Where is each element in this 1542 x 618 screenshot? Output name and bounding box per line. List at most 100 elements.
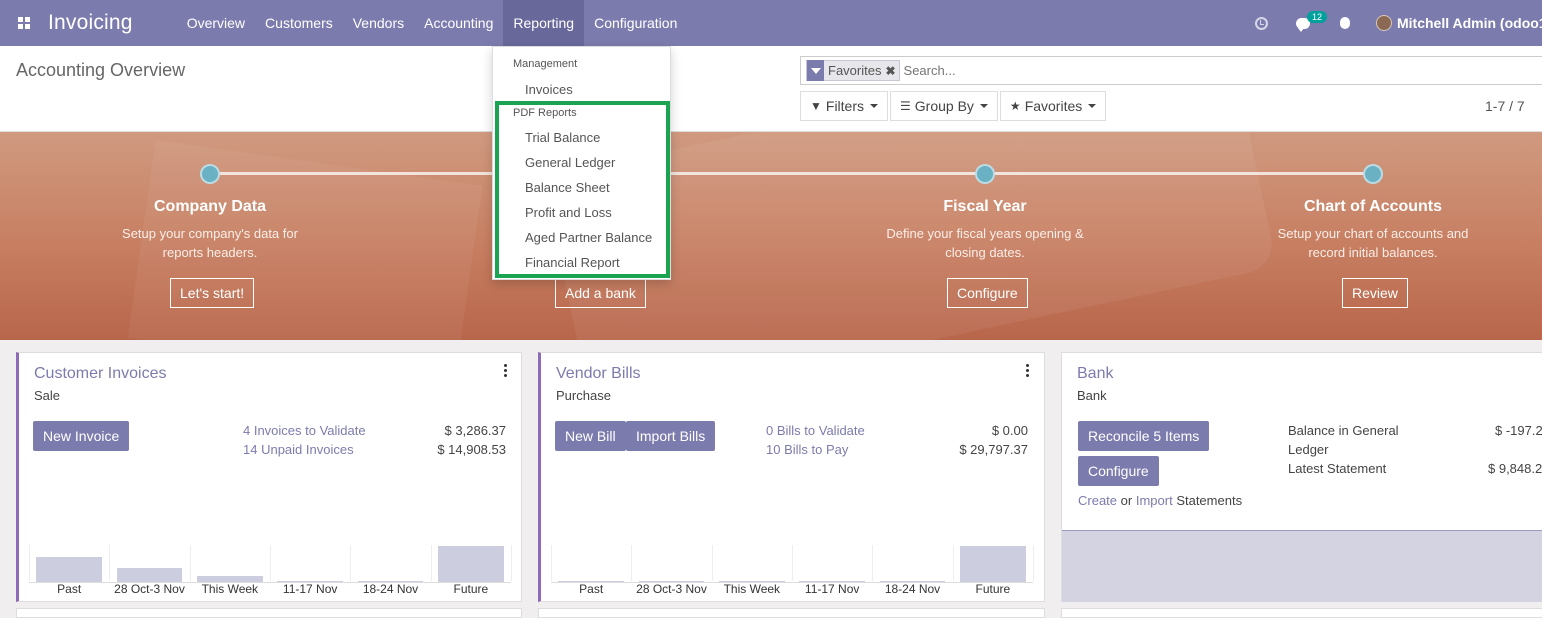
menu-configuration[interactable]: Configuration <box>584 0 687 46</box>
navbar-systray: 12 Mitchell Admin (odoo12-C <box>1240 0 1542 46</box>
latest-statement-amount: $ 9,848.2 <box>1488 461 1542 476</box>
menu-customers[interactable]: Customers <box>255 0 343 46</box>
chart-gridline <box>952 545 954 581</box>
filter-funnel-icon <box>807 60 824 81</box>
debug-bug-icon[interactable] <box>1324 0 1366 46</box>
chart-gridline <box>511 545 512 581</box>
card-title[interactable]: Bank <box>1077 365 1113 383</box>
step-text: reports headers. <box>162 245 258 260</box>
statements-actions: Create or Import Statements <box>1078 493 1242 508</box>
configure-bank-button[interactable]: Configure <box>1078 456 1159 486</box>
reconcile-items-button[interactable]: Reconcile 5 Items <box>1078 421 1210 451</box>
chart-x-label: This Week <box>201 582 259 596</box>
menu-item-invoices[interactable]: Invoices <box>525 82 573 97</box>
menu-overview[interactable]: Overview <box>177 0 255 46</box>
groupby-button[interactable]: ☰ Group By <box>890 91 998 121</box>
chart-x-label: 28 Oct-3 Nov <box>114 582 185 596</box>
customer-invoices-card: Customer Invoices Sale New Invoice 4 Inv… <box>16 352 522 602</box>
top-navbar: Invoicing Overview Customers Vendors Acc… <box>0 0 1542 46</box>
review-button[interactable]: Review <box>1342 278 1408 308</box>
step-dot <box>200 164 220 184</box>
card-title[interactable]: Vendor Bills <box>556 365 641 383</box>
lets-start-button[interactable]: Let's start! <box>170 278 255 308</box>
menu-item-trial-balance[interactable]: Trial Balance <box>525 130 600 145</box>
kebab-menu-icon[interactable] <box>504 364 508 377</box>
step-text: Setup your chart of accounts and <box>1277 226 1469 241</box>
card-subtitle: Sale <box>34 388 61 403</box>
app-title[interactable]: Invoicing <box>48 11 133 35</box>
bills-bar-chart <box>551 545 1034 583</box>
add-bank-button[interactable]: Add a bank <box>555 278 646 308</box>
chart-gridline <box>430 545 432 581</box>
step-text: closing dates. <box>945 245 1025 260</box>
menu-item-aged-partner-balance[interactable]: Aged Partner Balance <box>525 230 652 245</box>
bills-chart-x-labels: Past 28 Oct-3 Nov This Week 11-17 Nov 18-24 … <box>551 582 1033 598</box>
apps-menu-icon[interactable] <box>0 0 48 46</box>
unpaid-invoices-link[interactable]: 14 Unpaid Invoices <box>243 442 354 457</box>
invoices-to-validate-link[interactable]: 4 Invoices to Validate <box>243 423 366 438</box>
step-text: Setup your company's data for <box>122 226 298 241</box>
chart-bar[interactable] <box>36 556 103 582</box>
activity-clock-icon[interactable] <box>1240 0 1282 46</box>
step-dot <box>975 164 995 184</box>
balance-amount: $ -197.2 <box>1495 423 1542 438</box>
management-header: Management <box>513 58 578 70</box>
filters-label: Filters <box>825 98 865 114</box>
new-invoice-button[interactable]: New Invoice <box>33 421 130 451</box>
search-input[interactable] <box>903 63 1304 78</box>
menu-reporting[interactable]: Reporting <box>503 0 585 46</box>
chart-x-label: Past <box>579 582 604 596</box>
chart-gridline <box>792 545 793 581</box>
bank-balance-area-chart <box>1062 530 1542 602</box>
chart-x-label: 18-24 Nov <box>362 582 419 596</box>
import-bills-button[interactable]: Import Bills <box>626 421 716 451</box>
step-title: Chart of Accounts <box>1303 198 1443 215</box>
invoices-bar-chart <box>29 545 512 583</box>
filters-button[interactable]: ▼ Filters <box>800 91 889 121</box>
configure-fiscal-button[interactable]: Configure <box>947 278 1028 308</box>
chat-icon[interactable]: 12 <box>1282 0 1328 46</box>
chart-bar[interactable] <box>959 546 1026 582</box>
menu-item-balance-sheet[interactable]: Balance Sheet <box>525 180 610 195</box>
favorites-label: Favorites <box>1024 98 1083 114</box>
card-title[interactable]: Customer Invoices <box>34 365 167 383</box>
pager-value[interactable]: 1-7 / 7 <box>1485 98 1525 114</box>
user-menu[interactable]: Mitchell Admin (odoo12-C <box>1366 15 1542 31</box>
bank-card: Bank Bank Reconcile 5 Items Configure Ba… <box>1061 352 1542 602</box>
bills-to-pay-link[interactable]: 10 Bills to Pay <box>766 442 848 457</box>
menu-vendors[interactable]: Vendors <box>343 0 414 46</box>
search-options: ▼ Filters ☰ Group By ★ Favorites <box>800 91 1108 121</box>
chart-gridline <box>711 545 713 581</box>
step-text: Define your fiscal years opening & <box>886 226 1084 241</box>
menu-item-general-ledger[interactable]: General Ledger <box>525 155 615 170</box>
search-box[interactable]: Favorites ✖ <box>800 56 1542 85</box>
chart-gridline <box>189 545 191 581</box>
step-chart-of-accounts: Chart of Accounts Setup your chart of ac… <box>1253 198 1493 262</box>
new-bill-button[interactable]: New Bill <box>555 421 626 451</box>
create-statement-link[interactable]: Create <box>1078 493 1117 508</box>
chart-bar[interactable] <box>116 568 183 582</box>
caret-down-icon <box>1088 104 1097 108</box>
kebab-menu-icon[interactable] <box>1026 364 1030 377</box>
card-peek <box>1061 608 1542 618</box>
favorites-button[interactable]: ★ Favorites <box>999 91 1107 121</box>
invoices-chart-x-labels: Past 28 Oct-3 Nov This Week 11-17 Nov 18-24 … <box>29 582 511 598</box>
chart-gridline <box>631 545 633 581</box>
menu-item-profit-and-loss[interactable]: Profit and Loss <box>525 205 612 220</box>
chart-gridline <box>29 545 30 581</box>
menu-item-financial-report[interactable]: Financial Report <box>525 255 620 270</box>
search-facet: Favorites ✖ <box>806 60 900 81</box>
chart-x-label: 28 Oct-3 Nov <box>636 582 707 596</box>
menu-accounting[interactable]: Accounting <box>414 0 503 46</box>
step-text: record initial balances. <box>1308 245 1438 260</box>
facet-remove-icon[interactable]: ✖ <box>885 64 898 78</box>
bills-to-validate-link[interactable]: 0 Bills to Validate <box>766 423 865 438</box>
chart-bar[interactable] <box>437 546 504 582</box>
import-statement-link[interactable]: Import <box>1136 493 1173 508</box>
reporting-dropdown: Management Invoices PDF Reports Trial Ba… <box>492 46 671 280</box>
step-fiscal-year: Fiscal Year Define your fiscal years ope… <box>865 198 1105 262</box>
unpaid-invoices-amount: $ 14,908.53 <box>437 442 506 457</box>
onboarding-banner: Company Data Setup your company's data f… <box>0 132 1542 340</box>
user-name: Mitchell Admin (odoo12-C <box>1397 15 1542 31</box>
control-panel: Accounting Overview Favorites ✖ ▼ Filter… <box>0 46 1542 132</box>
